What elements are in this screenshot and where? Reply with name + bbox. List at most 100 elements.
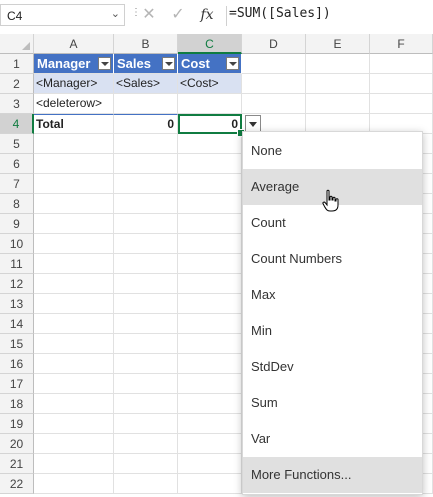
cell-a4[interactable]: Total xyxy=(34,114,114,134)
grid-cell[interactable] xyxy=(114,394,178,414)
row-header-10[interactable]: 10 xyxy=(0,234,34,254)
grid-cell[interactable] xyxy=(114,234,178,254)
grid-cell[interactable] xyxy=(114,154,178,174)
row-header-16[interactable]: 16 xyxy=(0,354,34,374)
row-header-19[interactable]: 19 xyxy=(0,414,34,434)
grid-cell[interactable] xyxy=(34,334,114,354)
row-header-21[interactable]: 21 xyxy=(0,454,34,474)
grid-cell[interactable] xyxy=(178,334,242,354)
grid-cell[interactable] xyxy=(178,234,242,254)
grid-cell[interactable] xyxy=(178,214,242,234)
row-header-5[interactable]: 5 xyxy=(0,134,34,154)
menu-item-min[interactable]: Min xyxy=(243,313,422,349)
formula-input[interactable]: =SUM([Sales]) xyxy=(229,6,331,21)
row-header-14[interactable]: 14 xyxy=(0,314,34,334)
grid-cell[interactable] xyxy=(370,94,433,114)
grid-cell[interactable] xyxy=(34,254,114,274)
column-header-a[interactable]: A xyxy=(34,34,114,54)
grid-cell[interactable] xyxy=(370,74,433,94)
menu-item-count-numbers[interactable]: Count Numbers xyxy=(243,241,422,277)
row-header-20[interactable]: 20 xyxy=(0,434,34,454)
grid-cell[interactable] xyxy=(114,454,178,474)
grid-cell[interactable] xyxy=(178,154,242,174)
grid-cell[interactable] xyxy=(306,94,370,114)
grid-cell[interactable] xyxy=(34,394,114,414)
cell-a3[interactable]: <deleterow> xyxy=(34,94,114,114)
grid-cell[interactable] xyxy=(306,54,370,74)
cell-b2[interactable]: <Sales> xyxy=(114,74,178,94)
grid-cell[interactable] xyxy=(34,314,114,334)
grid-cell[interactable] xyxy=(114,474,178,494)
grid-cell[interactable] xyxy=(34,374,114,394)
row-header-2[interactable]: 2 xyxy=(0,74,34,94)
grid-cell[interactable] xyxy=(114,334,178,354)
column-header-f[interactable]: F xyxy=(370,34,433,54)
grid-cell[interactable] xyxy=(34,154,114,174)
grid-cell[interactable] xyxy=(114,214,178,234)
cell-c2[interactable]: <Cost> xyxy=(178,74,242,94)
grid-cell[interactable] xyxy=(34,174,114,194)
grid-cell[interactable] xyxy=(114,314,178,334)
grid-cell[interactable] xyxy=(114,274,178,294)
filter-dropdown-icon[interactable] xyxy=(226,57,239,70)
grid-cell[interactable] xyxy=(178,94,242,114)
total-function-dropdown-button[interactable] xyxy=(245,115,261,132)
grid-cell[interactable] xyxy=(114,414,178,434)
grid-cell[interactable] xyxy=(34,354,114,374)
grid-cell[interactable] xyxy=(114,254,178,274)
row-header-6[interactable]: 6 xyxy=(0,154,34,174)
grid-cell[interactable] xyxy=(34,214,114,234)
row-header-1[interactable]: 1 xyxy=(0,54,34,74)
menu-item-var[interactable]: Var xyxy=(243,421,422,457)
grid-cell[interactable] xyxy=(114,94,178,114)
grid-cell[interactable] xyxy=(34,134,114,154)
grid-cell[interactable] xyxy=(34,474,114,494)
cancel-icon[interactable]: ✕ xyxy=(139,5,159,25)
grid-cell[interactable] xyxy=(178,454,242,474)
grid-cell[interactable] xyxy=(114,294,178,314)
grid-cell[interactable] xyxy=(34,414,114,434)
grid-cell[interactable] xyxy=(34,274,114,294)
row-header-3[interactable]: 3 xyxy=(0,94,34,114)
grid-cell[interactable] xyxy=(178,274,242,294)
grid-cell[interactable] xyxy=(114,434,178,454)
insert-function-icon[interactable]: fx xyxy=(197,5,217,25)
grid-cell[interactable] xyxy=(114,194,178,214)
grid-cell[interactable] xyxy=(114,174,178,194)
menu-item-sum[interactable]: Sum xyxy=(243,385,422,421)
row-header-15[interactable]: 15 xyxy=(0,334,34,354)
grid-cell[interactable] xyxy=(114,134,178,154)
grid-cell[interactable] xyxy=(178,314,242,334)
row-header-17[interactable]: 17 xyxy=(0,374,34,394)
row-header-13[interactable]: 13 xyxy=(0,294,34,314)
enter-icon[interactable]: ✓ xyxy=(168,5,188,25)
menu-item-stddev[interactable]: StdDev xyxy=(243,349,422,385)
grid-cell[interactable] xyxy=(178,414,242,434)
grid-cell[interactable] xyxy=(178,434,242,454)
grid-cell[interactable] xyxy=(178,354,242,374)
cell-b4[interactable]: 0 xyxy=(114,114,178,134)
row-header-8[interactable]: 8 xyxy=(0,194,34,214)
row-header-7[interactable]: 7 xyxy=(0,174,34,194)
grid-cell[interactable] xyxy=(178,194,242,214)
row-header-11[interactable]: 11 xyxy=(0,254,34,274)
row-header-18[interactable]: 18 xyxy=(0,394,34,414)
menu-item-max[interactable]: Max xyxy=(243,277,422,313)
grid-cell[interactable] xyxy=(178,254,242,274)
column-header-e[interactable]: E xyxy=(306,34,370,54)
column-header-b[interactable]: B xyxy=(114,34,178,54)
table-header-manager[interactable]: Manager xyxy=(34,54,114,74)
row-header-22[interactable]: 22 xyxy=(0,474,34,494)
grid-cell[interactable] xyxy=(178,374,242,394)
select-all-corner[interactable] xyxy=(0,34,34,54)
grid-cell[interactable] xyxy=(178,174,242,194)
grid-cell[interactable] xyxy=(306,74,370,94)
grid-cell[interactable] xyxy=(178,134,242,154)
grid-cell[interactable] xyxy=(34,294,114,314)
menu-item-none[interactable]: None xyxy=(243,133,422,169)
grid-cell[interactable] xyxy=(34,234,114,254)
name-box[interactable]: C4 ⌄ xyxy=(0,4,125,26)
grid-cell[interactable] xyxy=(242,74,306,94)
grid-cell[interactable] xyxy=(178,394,242,414)
column-header-d[interactable]: D xyxy=(242,34,306,54)
